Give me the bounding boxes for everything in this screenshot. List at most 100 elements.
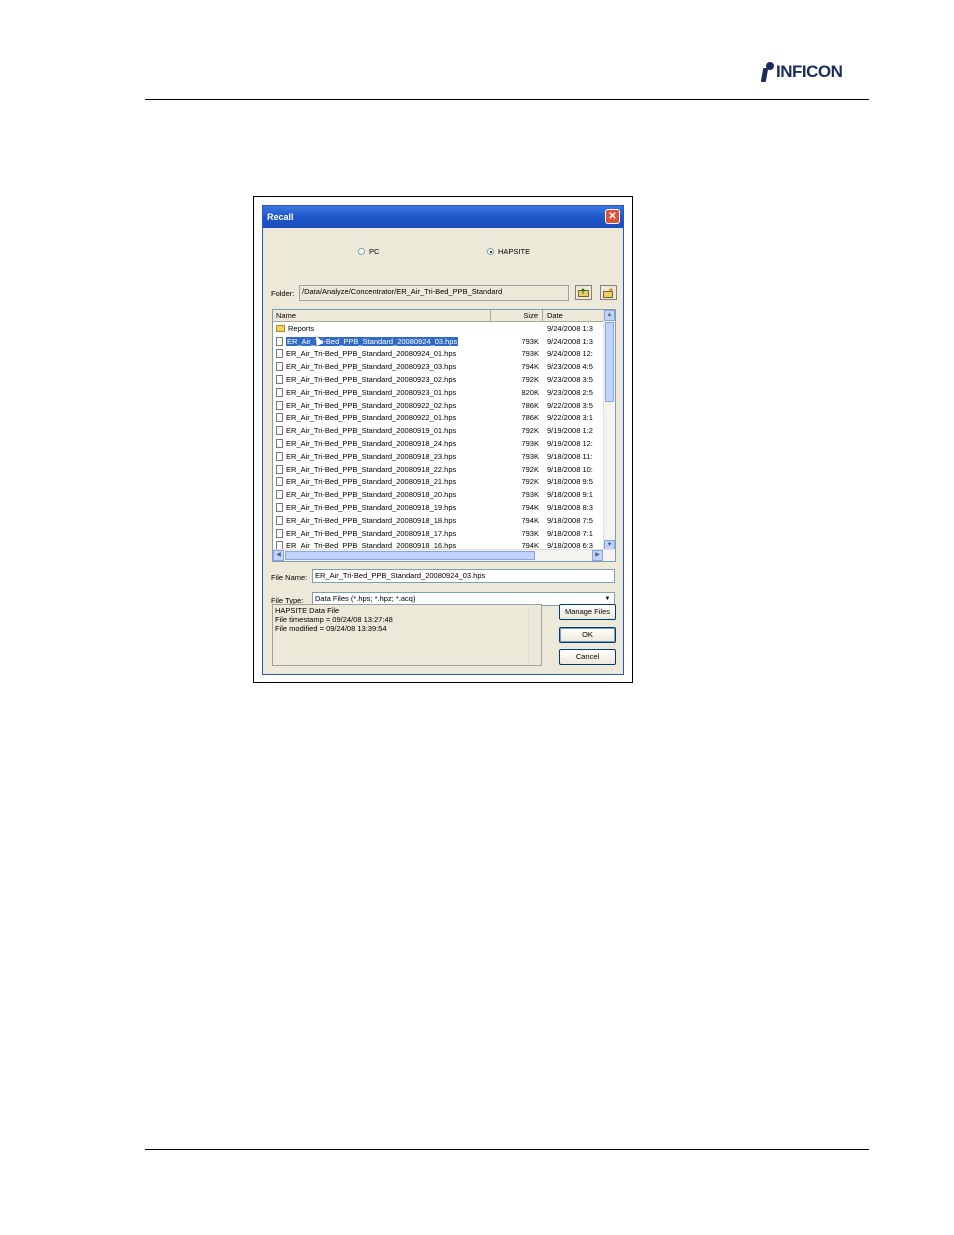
file-date-cell: 9/19/2008 12: — [547, 439, 593, 449]
scroll-left-arrow-icon[interactable]: ◀ — [273, 550, 284, 561]
file-name-text: ER_Air_Tri-Bed_PPB_Standard_20080918_22.… — [286, 464, 457, 474]
dialog-title: Recall — [267, 212, 294, 222]
file-name-cell: ER_Air_Tri-Bed_PPB_Standard_20080918_23.… — [273, 451, 491, 461]
file-date-cell: 9/18/2008 11: — [547, 451, 593, 461]
radio-circle-selected-icon — [487, 248, 494, 255]
chevron-down-icon[interactable]: ▼ — [602, 594, 613, 604]
file-name-input[interactable]: ER_Air_Tri-Bed_PPB_Standard_20080924_03.… — [312, 569, 615, 583]
info-scrollbar[interactable] — [528, 605, 541, 665]
folder-path-field[interactable]: /Data/Analyze/Concentrator/ER_Air_Tri-Be… — [299, 285, 569, 301]
new-folder-button[interactable] — [600, 285, 617, 300]
file-list-row[interactable]: ER_Air_Tri-Bed_PPB_Standard_20080924_01.… — [273, 348, 604, 361]
file-list-row[interactable]: ER_Air_Tri-Bed_PPB_Standard_20080923_02.… — [273, 373, 604, 386]
file-date-cell: 9/18/2008 9:1 — [547, 490, 593, 500]
file-date-cell: 9/22/2008 3:5 — [547, 400, 593, 410]
file-date-cell: 9/18/2008 7:5 — [547, 515, 593, 525]
vertical-scrollbar[interactable]: ▲ ▼ — [603, 310, 615, 551]
file-list-row[interactable]: ER_Air_Tri-Bed_PPB_Standard_20080918_20.… — [273, 488, 604, 501]
manage-files-button[interactable]: Manage Files — [559, 604, 616, 620]
column-header-date[interactable]: Date — [543, 310, 604, 321]
folder-label: Folder: — [271, 289, 295, 298]
file-size-cell: 786K — [521, 413, 539, 423]
file-name-cell: ER_Air_Tri-Bed_PPB_Standard_20080923_02.… — [273, 375, 491, 385]
file-list-row[interactable]: ER_Air_Tri-Bed_PPB_Standard_20080922_01.… — [273, 412, 604, 425]
file-icon — [276, 349, 283, 359]
file-list-row[interactable]: ER_Air_Tri-Bed_PPB_Standard_20080918_18.… — [273, 514, 604, 527]
file-date-cell: 9/18/2008 9:5 — [547, 477, 593, 487]
file-icon — [276, 528, 283, 538]
figure-frame: Recall ✕ PC HAPSITE Folder: /Data/Analyz… — [253, 196, 633, 683]
file-size-cell: 794K — [521, 503, 539, 513]
scroll-up-arrow-icon[interactable]: ▲ — [604, 310, 615, 321]
file-name-cell: ER_Air_Tri-Bed_PPB_Standard_20080918_24.… — [273, 439, 491, 449]
radio-hapsite-label: HAPSITE — [498, 247, 531, 256]
file-icon — [276, 400, 283, 410]
file-list[interactable]: Name Size Date Reports 9/24/2008 1:3 ER_Ai… — [272, 309, 616, 562]
file-list-row[interactable]: Reports 9/24/2008 1:3 — [273, 322, 604, 335]
radio-circle-icon — [358, 248, 365, 255]
file-date-cell: 9/18/2008 10: — [547, 464, 593, 474]
recall-dialog: Recall ✕ PC HAPSITE Folder: /Data/Analyz… — [262, 205, 624, 675]
cancel-button[interactable]: Cancel — [559, 649, 616, 665]
file-name-cell: ER_Air_Tri-Bed_PPB_Standard_20080918_18.… — [273, 515, 491, 525]
logo-text: INFICON — [776, 62, 843, 81]
scroll-right-arrow-icon[interactable]: ▶ — [592, 550, 603, 561]
radio-hapsite[interactable]: HAPSITE — [487, 247, 530, 256]
file-list-row[interactable]: ER_Air_Tri-Bed_PPB_Standard_20080918_19.… — [273, 501, 604, 514]
file-name-cell: ER_Air_Tri-Bed_PPB_Standard_20080918_22.… — [273, 464, 491, 474]
file-name-text: ER_Air_Tri-Bed_PPB_Standard_20080923_01.… — [286, 387, 457, 397]
file-size-cell: 793K — [521, 439, 539, 449]
header-rule — [145, 99, 869, 100]
file-icon — [276, 362, 283, 372]
file-name-text: ER_Air_Tri-Bed_PPB_Standard_20080922_01.… — [286, 413, 457, 423]
file-icon — [276, 439, 283, 449]
radio-pc[interactable]: PC — [358, 247, 379, 256]
list-rows: Reports 9/24/2008 1:3 ER_Air_Tri-Bed_PPB_S… — [273, 322, 604, 552]
file-size-cell: 794K — [521, 362, 539, 372]
file-size-cell: 820K — [521, 387, 539, 397]
file-list-row[interactable]: ER_Air_Tri-Bed_PPB_Standard_20080919_01.… — [273, 424, 604, 437]
file-icon — [276, 387, 283, 397]
file-size-cell: 793K — [521, 336, 539, 346]
file-list-row[interactable]: ER_Air_Tri-Bed_PPB_Standard_20080923_03.… — [273, 360, 604, 373]
file-name-cell: ER_Air_Tri-Bed_PPB_Standard_20080923_01.… — [273, 387, 491, 397]
horizontal-scrollbar[interactable]: ◀ ▶ — [273, 549, 615, 561]
file-info-box: HAPSITE Data File File timestamp = 09/24… — [272, 604, 542, 666]
file-name-cell: ER_Air_Tri-Bed_PPB_Standard_20080919_01.… — [273, 426, 491, 436]
file-name-cell: ER_Air_Tri-Bed_PPB_Standard_20080922_01.… — [273, 413, 491, 423]
file-name-cell: ER_Air_Tri-Bed_PPB_Standard_20080924_03.… — [273, 336, 491, 346]
file-list-row[interactable]: ER_Air_Tri-Bed_PPB_Standard_20080918_22.… — [273, 463, 604, 476]
footer-rule — [145, 1149, 869, 1150]
file-list-row[interactable]: ER_Air_Tri-Bed_PPB_Standard_20080918_23.… — [273, 450, 604, 463]
up-folder-button[interactable] — [575, 285, 592, 300]
ok-button[interactable]: OK — [559, 627, 616, 643]
close-icon: ✕ — [608, 211, 617, 222]
file-date-cell: 9/18/2008 7:1 — [547, 528, 593, 538]
vertical-scroll-thumb[interactable] — [605, 322, 614, 402]
column-header-name[interactable]: Name — [273, 310, 491, 321]
file-size-cell: 794K — [521, 515, 539, 525]
title-bar[interactable]: Recall ✕ — [263, 206, 623, 228]
file-list-row[interactable]: ER_Air_Tri-Bed_PPB_Standard_20080918_21.… — [273, 476, 604, 489]
file-list-row[interactable]: ER_Air_Tri-Bed_PPB_Standard_20080923_01.… — [273, 386, 604, 399]
file-name-cell: ER_Air_Tri-Bed_PPB_Standard_20080918_21.… — [273, 477, 491, 487]
file-name-text: Reports — [288, 323, 315, 333]
file-size-cell: 786K — [521, 400, 539, 410]
file-name-cell: ER_Air_Tri-Bed_PPB_Standard_20080918_20.… — [273, 490, 491, 500]
file-name-cell: ER_Air_Tri-Bed_PPB_Standard_20080924_01.… — [273, 349, 491, 359]
file-name-text: ER_Air_Tri-Bed_PPB_Standard_20080918_18.… — [286, 515, 457, 525]
file-name-text: ER_Air_Tri-Bed_PPB_Standard_20080923_03.… — [286, 362, 457, 372]
file-date-cell: 9/22/2008 3:1 — [547, 413, 593, 423]
file-icon — [276, 464, 283, 474]
horizontal-scroll-thumb[interactable] — [285, 551, 535, 560]
file-list-row[interactable]: ER_Air_Tri-Bed_PPB_Standard_20080922_02.… — [273, 399, 604, 412]
file-name-cell: Reports — [273, 324, 491, 333]
column-header-size[interactable]: Size — [491, 310, 543, 321]
file-list-row[interactable]: ER_Air_Tri-Bed_PPB_Standard_20080918_17.… — [273, 527, 604, 540]
close-button[interactable]: ✕ — [605, 209, 620, 224]
file-size-cell: 793K — [521, 490, 539, 500]
file-list-row[interactable]: ER_Air_Tri-Bed_PPB_Standard_20080918_24.… — [273, 437, 604, 450]
radio-pc-label: PC — [369, 247, 380, 256]
file-name-text: ER_Air_Tri-Bed_PPB_Standard_20080918_23.… — [286, 451, 457, 461]
list-header: Name Size Date — [273, 310, 604, 322]
